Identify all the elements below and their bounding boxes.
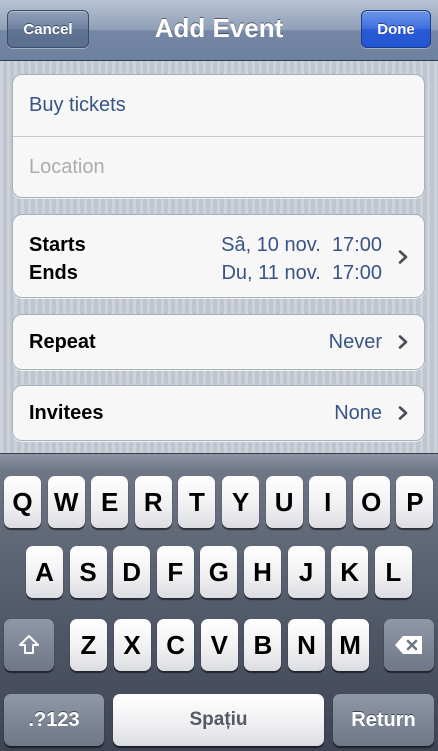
key-m[interactable]: M <box>331 619 369 671</box>
chevron-right-icon <box>398 406 408 420</box>
backspace-icon <box>395 636 422 654</box>
key-t[interactable]: T <box>178 476 216 528</box>
key-e[interactable]: E <box>91 476 129 528</box>
key-l[interactable]: L <box>374 546 412 598</box>
title-field-value: Buy tickets <box>29 94 126 116</box>
key-z[interactable]: Z <box>70 619 107 671</box>
starts-ends-labels: Starts Ends <box>29 231 86 287</box>
key-b[interactable]: B <box>244 619 282 671</box>
event-form: Buy tickets Location Starts Ends Sâ, 10 … <box>0 61 438 453</box>
invitees-label: Invitees <box>29 401 104 424</box>
chevron-right-icon <box>398 335 408 349</box>
space-key[interactable]: Spațiu <box>113 694 324 746</box>
ends-label: Ends <box>29 262 78 284</box>
starts-date: Sâ, 10 nov. <box>221 234 321 256</box>
repeat-label: Repeat <box>29 330 96 353</box>
keyboard: QWERTYUIOP ASDFGHJKL ZXCVBNM .?123 Spați… <box>0 453 438 751</box>
ends-time: 17:00 <box>331 262 382 284</box>
key-k[interactable]: K <box>331 546 369 598</box>
key-n[interactable]: N <box>288 619 325 671</box>
key-x[interactable]: X <box>113 619 151 671</box>
shift-arrow-icon <box>19 635 39 654</box>
title-field[interactable]: Buy tickets <box>13 75 424 136</box>
invitees-cell[interactable]: Invitees None <box>12 385 425 441</box>
key-p[interactable]: P <box>396 476 434 528</box>
starts-ends-values: Sâ, 10 nov. 17:00 Du, 11 nov. 17:00 <box>221 231 382 287</box>
key-u[interactable]: U <box>265 476 303 528</box>
key-a[interactable]: A <box>26 546 63 598</box>
key-q[interactable]: Q <box>4 476 41 528</box>
key-v[interactable]: V <box>200 619 238 671</box>
delete-key[interactable] <box>384 619 434 671</box>
invitees-value: None <box>334 401 382 424</box>
numbers-key[interactable]: .?123 <box>4 694 104 746</box>
starts-time: 17:00 <box>331 234 382 256</box>
key-d[interactable]: D <box>113 546 151 598</box>
key-w[interactable]: W <box>47 476 85 528</box>
key-f[interactable]: F <box>156 546 194 598</box>
key-h[interactable]: H <box>244 546 281 598</box>
key-o[interactable]: O <box>352 476 390 528</box>
navigation-bar: Cancel Add Event Done <box>0 0 438 61</box>
title-location-group: Buy tickets Location <box>12 74 425 198</box>
starts-ends-cell[interactable]: Starts Ends Sâ, 10 nov. 17:00 Du, 11 nov… <box>12 214 425 298</box>
key-y[interactable]: Y <box>222 476 259 528</box>
ends-date: Du, 11 nov. <box>221 262 321 284</box>
repeat-cell[interactable]: Repeat Never <box>12 314 425 370</box>
location-field[interactable]: Location <box>13 136 424 197</box>
key-j[interactable]: J <box>287 546 325 598</box>
done-button[interactable]: Done <box>361 10 431 48</box>
chevron-right-icon <box>398 250 408 264</box>
shift-key[interactable] <box>4 619 54 671</box>
key-c[interactable]: C <box>157 619 195 671</box>
repeat-value: Never <box>328 330 382 353</box>
starts-label: Starts <box>29 234 86 256</box>
location-placeholder: Location <box>29 155 105 178</box>
key-r[interactable]: R <box>134 476 172 528</box>
return-key[interactable]: Return <box>333 694 434 746</box>
key-g[interactable]: G <box>200 546 238 598</box>
key-s[interactable]: S <box>69 546 107 598</box>
key-i[interactable]: I <box>309 476 347 528</box>
